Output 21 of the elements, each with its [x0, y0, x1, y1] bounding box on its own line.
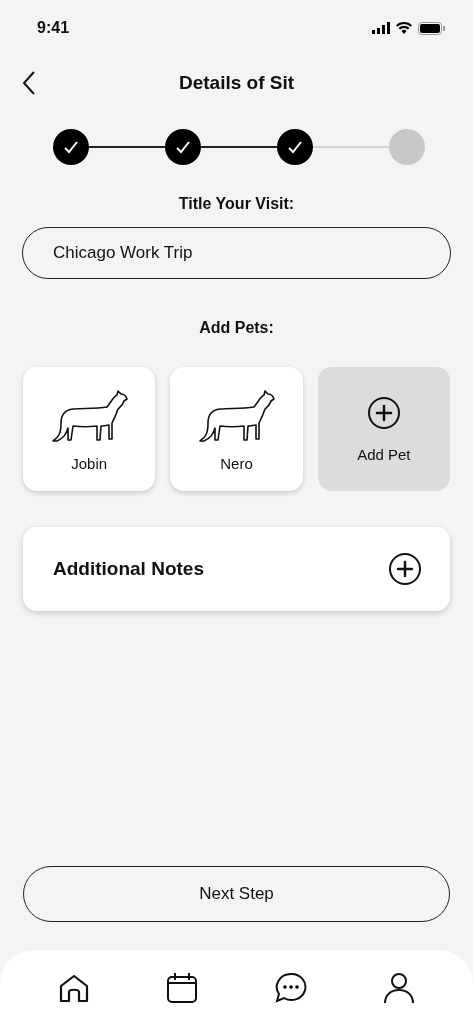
status-time: 9:41	[37, 19, 70, 37]
battery-icon	[418, 21, 445, 35]
notes-title: Additional Notes	[53, 558, 204, 580]
chat-icon[interactable]	[274, 972, 307, 1004]
section-label: Add Pets:	[198, 319, 275, 337]
field-label: Title Your Visit:	[177, 195, 296, 213]
pet-card[interactable]: Jobin	[23, 367, 156, 491]
title-input-field[interactable]: Chicago Work Trip	[22, 227, 451, 279]
profile-icon[interactable]	[382, 972, 415, 1004]
plus-circle-icon[interactable]	[388, 552, 422, 586]
next-step-button[interactable]: Next Step	[23, 866, 450, 922]
notes-card[interactable]: Additional Notes	[23, 527, 450, 611]
add-pet-button[interactable]: Add Pet	[317, 367, 450, 491]
back-icon[interactable]	[22, 71, 36, 95]
wifi-icon	[396, 22, 412, 34]
pet-card[interactable]: Nero	[170, 367, 303, 491]
screen-title: Details of Sit	[178, 72, 295, 94]
signal-icon	[372, 22, 390, 34]
home-icon[interactable]	[58, 972, 91, 1004]
plus-circle-icon[interactable]	[366, 395, 401, 430]
calendar-icon[interactable]	[166, 972, 199, 1004]
